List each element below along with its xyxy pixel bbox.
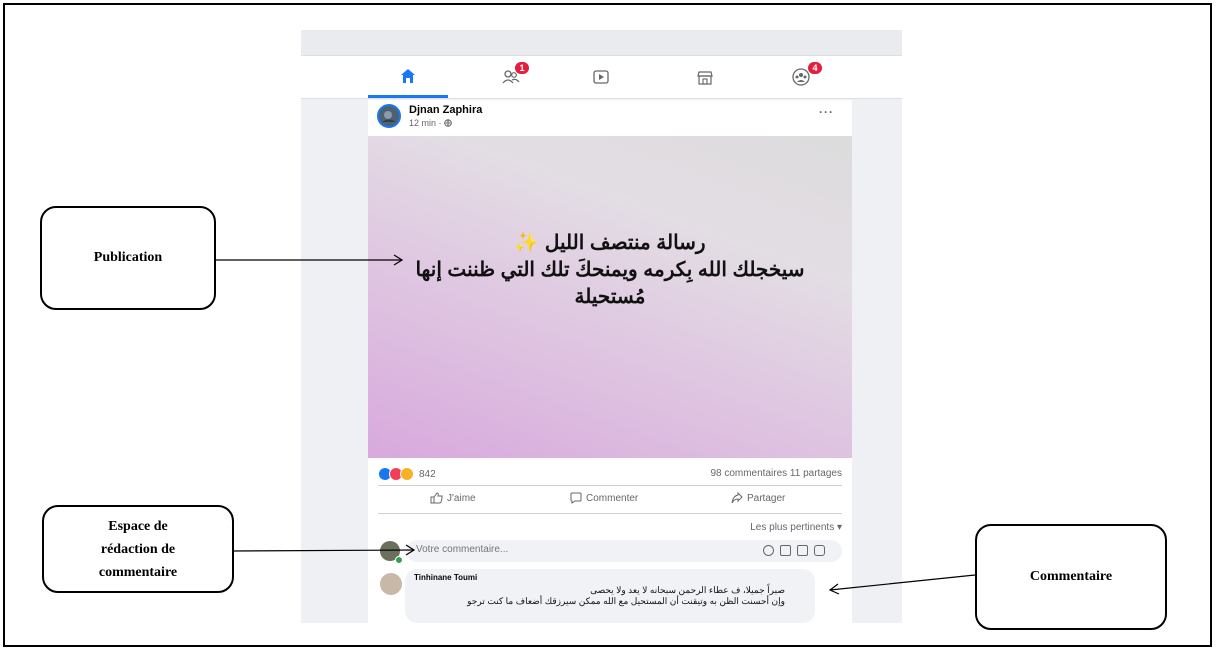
arrow-comment-space-line	[233, 549, 415, 552]
annotation-arrows	[216, 254, 976, 595]
arrow-commentaire-line	[829, 574, 976, 591]
